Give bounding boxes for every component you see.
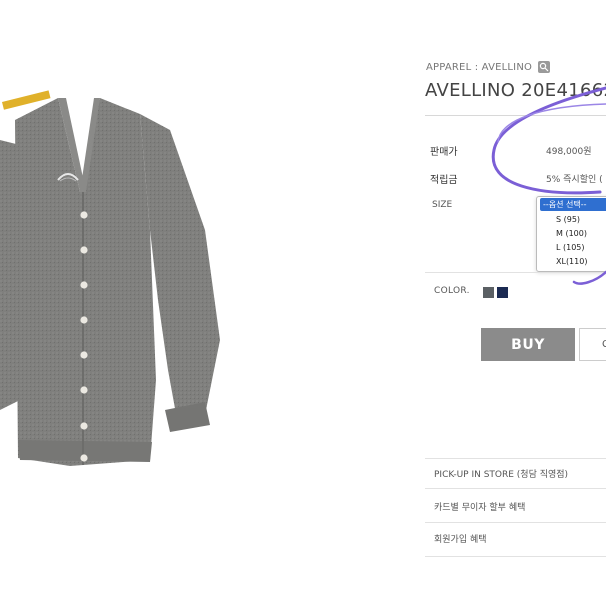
size-label: SIZE	[432, 200, 453, 210]
divider	[425, 522, 606, 523]
points-value: 5% 즉시할인 (	[546, 175, 603, 185]
annotation-circle-size	[572, 270, 606, 285]
size-option-m[interactable]: M (100)	[556, 229, 587, 238]
cart-button[interactable]: C	[579, 328, 606, 361]
divider	[425, 458, 606, 459]
buy-button[interactable]: BUY	[481, 328, 575, 361]
divider	[425, 272, 606, 273]
annotation-circle-price-inner	[497, 103, 606, 143]
points-label: 적립금	[430, 175, 458, 186]
size-option-selected[interactable]: --옵션 선택--	[540, 198, 606, 211]
size-option-l[interactable]: L (105)	[556, 243, 585, 252]
price-value: 498,000원	[546, 147, 592, 157]
price-label: 판매가	[430, 147, 458, 158]
color-swatch-gray[interactable]	[483, 287, 494, 298]
pickup-in-store-link[interactable]: PICK-UP IN STORE (청담 직영점)	[434, 467, 568, 480]
product-title: AVELLINO 20E41662	[425, 80, 606, 101]
breadcrumb-text[interactable]: APPAREL : AVELLINO	[426, 62, 532, 73]
size-option-xl[interactable]: XL(110)	[556, 257, 587, 266]
member-benefit-link[interactable]: 회원가입 혜택	[434, 532, 487, 545]
title-divider	[425, 115, 606, 116]
breadcrumb: APPAREL : AVELLINO	[426, 61, 551, 73]
card-installment-link[interactable]: 카드별 무이자 할부 혜택	[434, 500, 525, 513]
size-option-s[interactable]: S (95)	[556, 215, 580, 224]
color-label: COLOR.	[434, 286, 470, 296]
gray-cardigan-image	[0, 90, 220, 466]
color-swatch-navy[interactable]	[497, 287, 508, 298]
product-image[interactable]	[0, 80, 225, 480]
divider	[425, 488, 606, 489]
divider	[425, 556, 606, 557]
zoom-icon[interactable]	[538, 61, 551, 73]
